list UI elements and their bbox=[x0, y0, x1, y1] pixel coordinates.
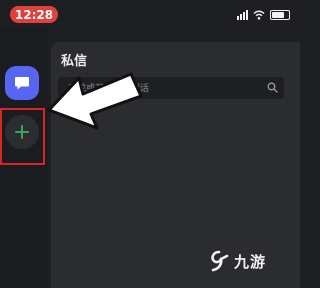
watermark: 九游 bbox=[208, 250, 266, 272]
status-bar: 12:28 bbox=[0, 0, 300, 26]
battery-icon bbox=[270, 10, 290, 20]
direct-messages-button[interactable] bbox=[5, 66, 39, 100]
status-icons bbox=[237, 10, 290, 20]
annotation-arrow-icon bbox=[47, 72, 143, 130]
wifi-icon bbox=[253, 10, 265, 20]
server-rail bbox=[0, 26, 48, 288]
nine-game-logo-icon bbox=[211, 250, 229, 272]
signal-icon bbox=[237, 10, 248, 20]
status-time: 12:28 bbox=[10, 6, 58, 23]
chat-bubble-icon bbox=[15, 76, 29, 89]
plus-icon bbox=[15, 125, 29, 139]
page-title: 私信 bbox=[61, 54, 88, 69]
watermark-text: 九游 bbox=[234, 252, 267, 271]
search-icon[interactable] bbox=[267, 82, 278, 93]
add-server-button[interactable] bbox=[5, 115, 39, 149]
